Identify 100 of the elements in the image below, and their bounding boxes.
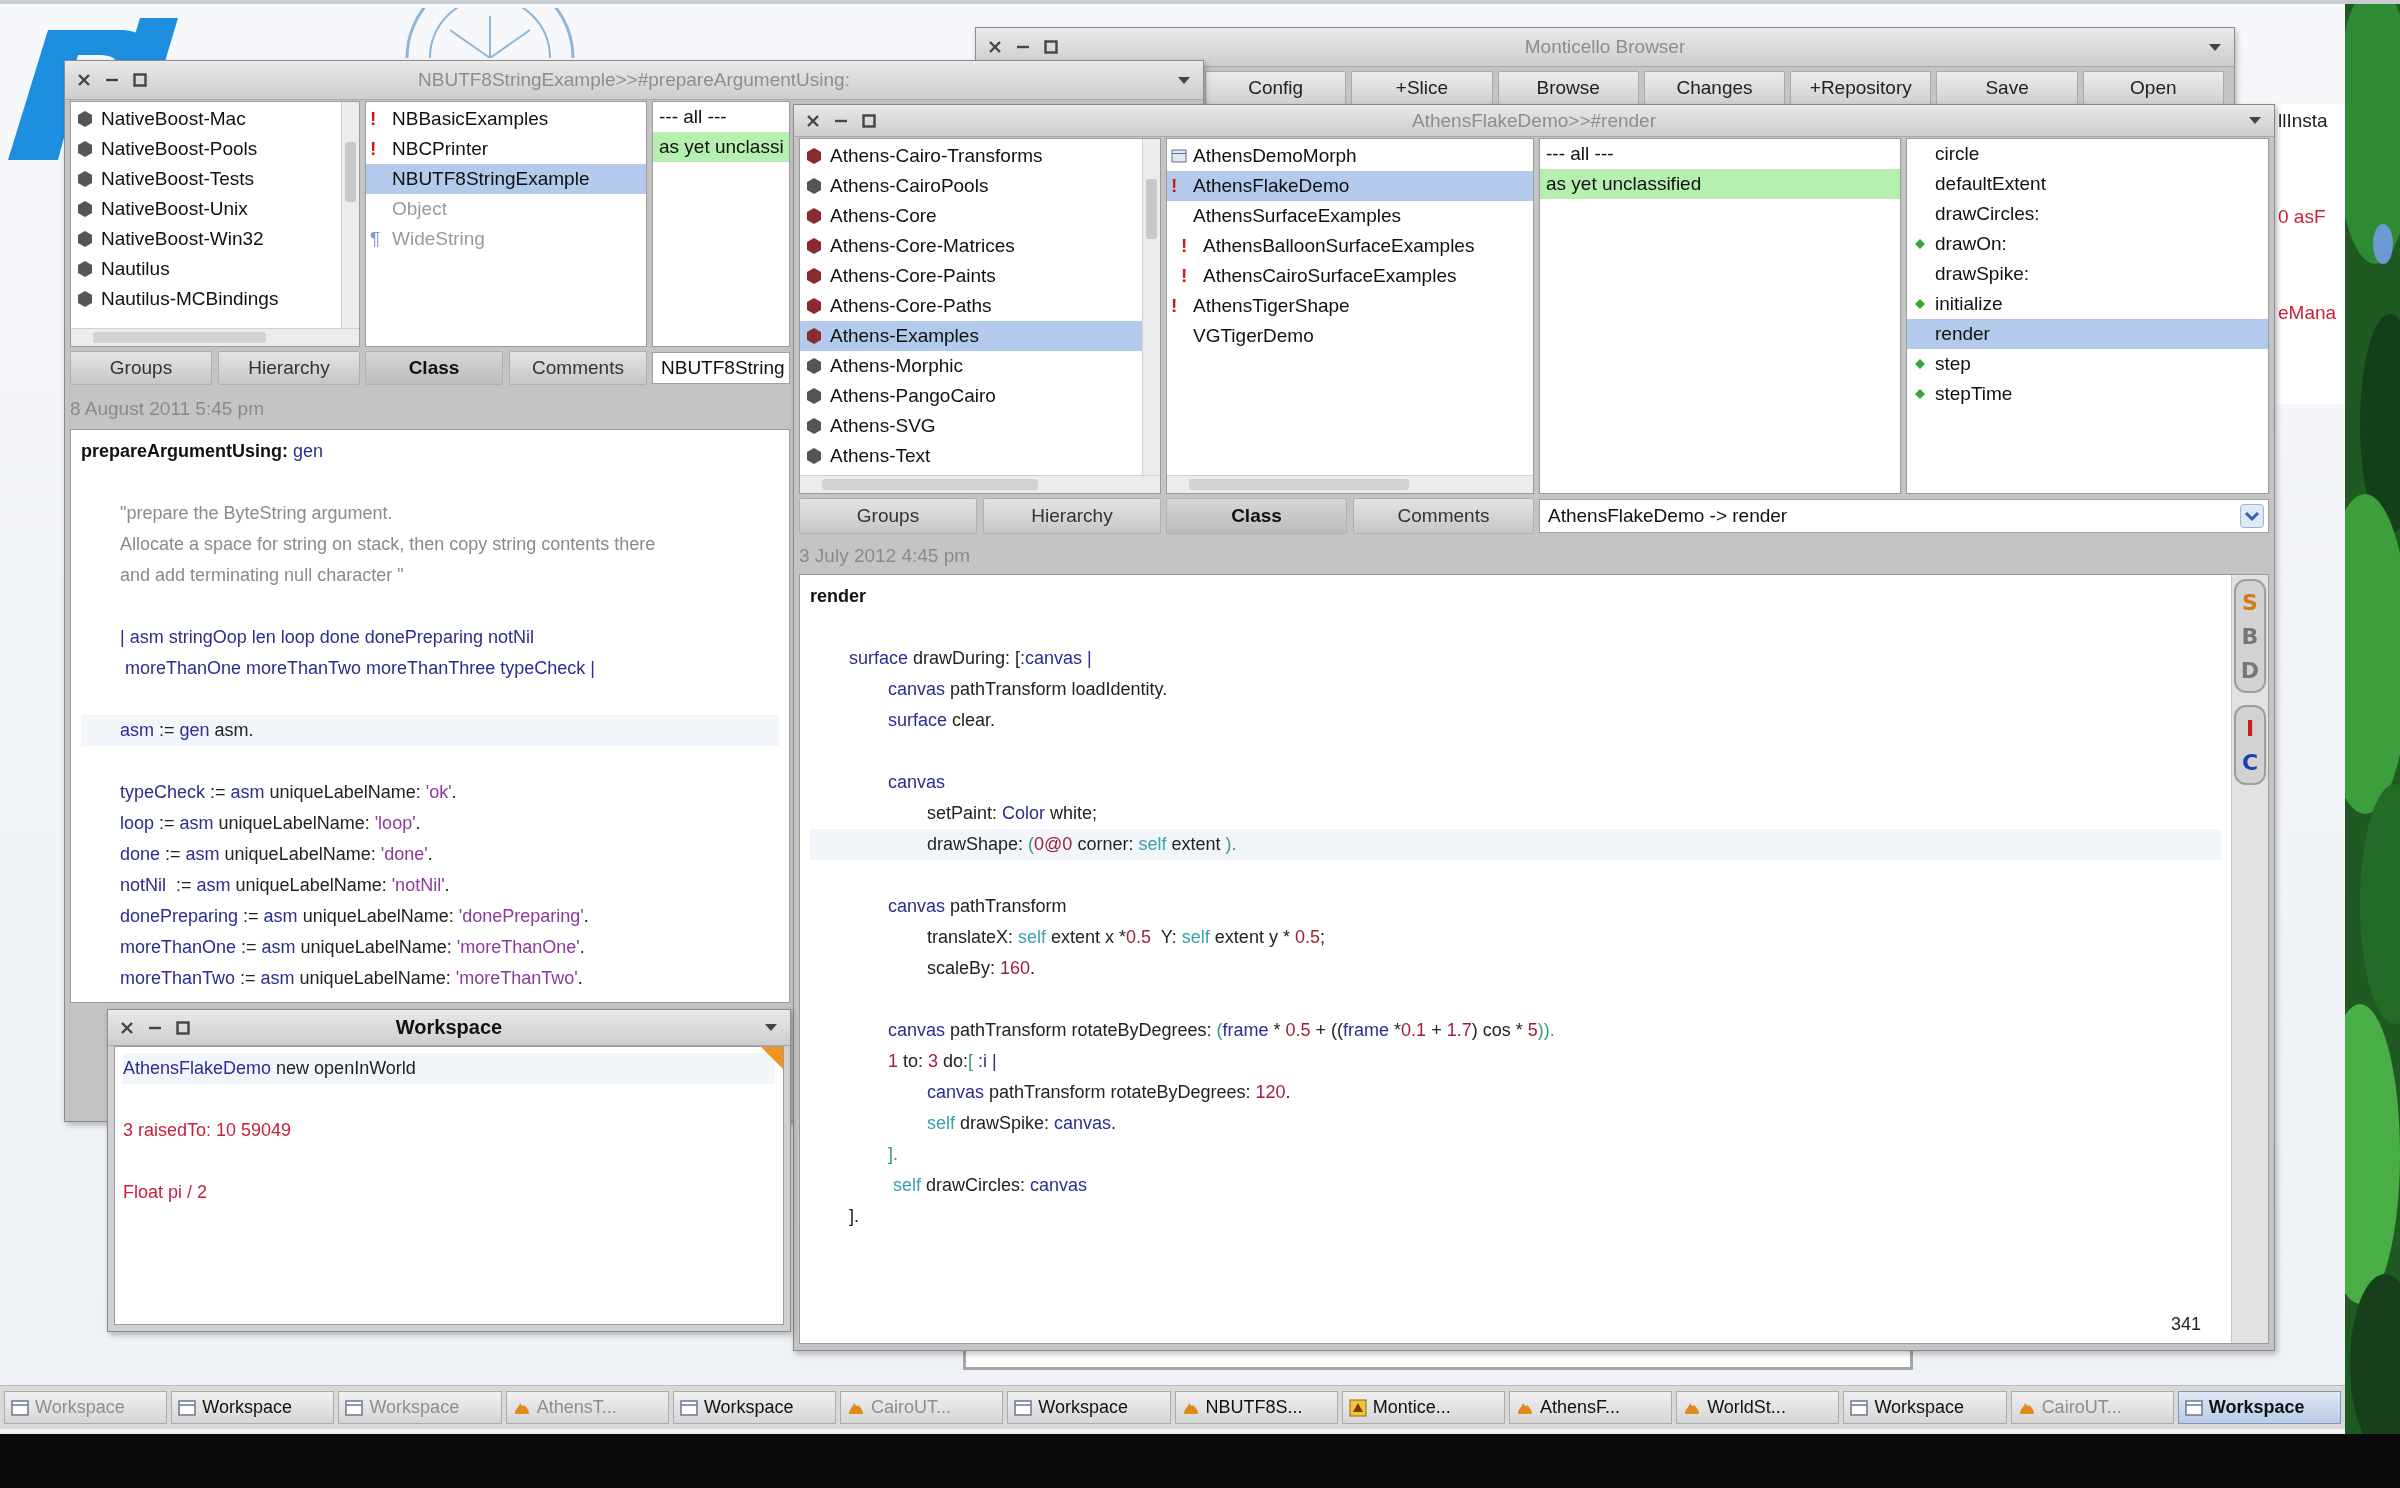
method-item[interactable]: drawSpike: <box>1907 259 2268 289</box>
menu-caret-icon[interactable] <box>2248 116 2262 125</box>
protocol-item[interactable]: as yet unclassified <box>1540 169 1900 199</box>
window-icon <box>1171 149 1187 163</box>
package-item[interactable]: Nautilus <box>71 254 341 284</box>
maximize-icon[interactable] <box>176 1020 190 1035</box>
scrollbar[interactable] <box>800 475 1160 493</box>
taskbar-button[interactable]: NBUTF8S... <box>1174 1391 1338 1424</box>
method-item[interactable]: initialize <box>1907 289 2268 319</box>
method-item[interactable]: render <box>1907 319 2268 349</box>
package-item[interactable]: Athens-CairoPools <box>800 171 1142 201</box>
selector-field[interactable]: NBUTF8String <box>652 352 790 384</box>
maximize-icon[interactable] <box>862 113 876 128</box>
package-item[interactable]: Athens-PangoCairo <box>800 381 1142 411</box>
workspace-editor[interactable]: AthensFlakeDemo new openInWorld 3 raisedTo: 10 59049 Float pi / 2 <box>114 1046 784 1325</box>
package-item[interactable]: NativeBoost-Unix <box>71 194 341 224</box>
package-item[interactable]: Athens-Morphic <box>800 351 1142 381</box>
scrollbar[interactable] <box>1167 475 1533 493</box>
code-line: 3 raisedTo: 10 59049 <box>123 1119 293 1142</box>
package-item[interactable]: Athens-Core-Paints <box>800 261 1142 291</box>
package-item[interactable]: NativeBoost-Mac <box>71 104 341 134</box>
code-editor[interactable] <box>70 429 790 1003</box>
method-item[interactable]: defaultExtent <box>1907 169 2268 199</box>
menu-caret-icon[interactable] <box>2208 42 2222 52</box>
tab[interactable]: Class <box>365 351 503 385</box>
tab[interactable]: Groups <box>799 498 977 534</box>
class-item[interactable]: ! NBCPrinter <box>366 134 646 164</box>
package-item[interactable]: Athens-Core-Matrices <box>800 231 1142 261</box>
maximize-icon[interactable] <box>1044 40 1058 54</box>
scrollbar[interactable] <box>1142 139 1160 475</box>
tab[interactable]: Class <box>1166 498 1347 534</box>
class-item[interactable]: NBUTF8StringExample <box>366 164 646 194</box>
taskbar-button[interactable]: Workspace <box>171 1391 335 1424</box>
tab[interactable]: Groups <box>70 351 212 385</box>
class-item[interactable]: ! AthensBalloonSurfaceExamples <box>1167 231 1533 261</box>
package-item[interactable]: Athens-Text <box>800 441 1142 471</box>
dropdown-icon[interactable] <box>2240 504 2264 528</box>
package-item[interactable]: Athens-Examples <box>800 321 1142 351</box>
package-item[interactable]: Nautilus-MCBindings <box>71 284 341 314</box>
close-icon[interactable] <box>77 73 91 87</box>
package-item[interactable]: NativeBoost-Tests <box>71 164 341 194</box>
taskbar-button[interactable]: Montice... <box>1341 1391 1505 1424</box>
method-item[interactable]: circle <box>1907 139 2268 169</box>
class-item[interactable]: AthensSurfaceExamples <box>1167 201 1533 231</box>
scrollbar[interactable] <box>341 102 359 328</box>
toolbar-button[interactable]: +Repository <box>1790 71 1932 105</box>
protocol-item[interactable]: --- all --- <box>653 102 789 132</box>
code-line: self drawSpike: canvas. <box>926 1112 1118 1135</box>
package-item[interactable]: NativeBoost-Pools <box>71 134 341 164</box>
taskbar-button[interactable]: Workspace <box>672 1391 837 1424</box>
maximize-icon[interactable] <box>133 73 147 87</box>
selector-field[interactable]: AthensFlakeDemo -> render <box>1539 499 2269 533</box>
code-line: surface clear. <box>887 709 997 732</box>
method-item[interactable]: drawOn: <box>1907 229 2268 259</box>
taskbar-button[interactable]: Workspace <box>1843 1391 2007 1424</box>
close-icon[interactable] <box>988 40 1002 54</box>
package-item[interactable]: Athens-Cairo-Transforms <box>800 141 1142 171</box>
taskbar-button[interactable]: WorldSt... <box>1676 1391 1840 1424</box>
method-item[interactable]: stepTime <box>1907 379 2268 409</box>
class-item[interactable]: VGTigerDemo <box>1167 321 1533 351</box>
taskbar-button[interactable]: AthensF... <box>1508 1391 1673 1424</box>
package-item[interactable]: Athens-Core-Paths <box>800 291 1142 321</box>
toolbar-button[interactable]: Config <box>1205 71 1347 105</box>
class-item[interactable]: ! NBBasicExamples <box>366 104 646 134</box>
cursor-position: 341 <box>2170 1314 2201 1335</box>
corner-icon <box>761 1047 783 1069</box>
package-item[interactable]: NativeBoost-Win32 <box>71 224 341 254</box>
protocol-item[interactable]: as yet unclassi <box>653 132 789 162</box>
protocol-item[interactable]: --- all --- <box>1540 139 1900 169</box>
code-line: Float pi / 2 <box>123 1181 209 1204</box>
tab[interactable]: Comments <box>509 351 647 385</box>
toolbar-button[interactable]: Changes <box>1643 71 1786 105</box>
scrollbar[interactable] <box>71 328 359 346</box>
close-icon[interactable] <box>120 1020 134 1035</box>
taskbar-button[interactable]: Workspace <box>2177 1391 2342 1424</box>
close-icon[interactable] <box>806 113 820 128</box>
tab[interactable]: Comments <box>1353 498 1534 534</box>
toolbar-button[interactable]: Open <box>2082 71 2224 105</box>
tab[interactable]: Hierarchy <box>983 498 1161 534</box>
taskbar-button[interactable]: Workspace <box>1007 1391 1171 1424</box>
window-icon <box>2184 1398 2203 1417</box>
diamond-icon <box>1915 359 1925 369</box>
toolbar-button[interactable]: Save <box>1936 71 2078 105</box>
tab[interactable]: Hierarchy <box>218 351 360 385</box>
code-line: | asm stringOop len loop done donePreparing notNil <box>119 626 535 649</box>
class-item[interactable]: ! AthensFlakeDemo <box>1167 171 1533 201</box>
menu-caret-icon[interactable] <box>764 1023 778 1032</box>
class-item[interactable]: AthensDemoMorph <box>1167 141 1533 171</box>
class-item[interactable]: ! AthensCairoSurfaceExamples <box>1167 261 1533 291</box>
method-item[interactable]: step <box>1907 349 2268 379</box>
package-item[interactable]: Athens-SVG <box>800 411 1142 441</box>
gutter-button[interactable]: I <box>2236 711 2264 745</box>
package-item[interactable]: Athens-Core <box>800 201 1142 231</box>
code-line: ]. <box>848 1205 860 1228</box>
class-item[interactable]: ! AthensTigerShape <box>1167 291 1533 321</box>
gutter-button[interactable]: C <box>2236 745 2264 779</box>
toolbar-button[interactable]: +Slice <box>1351 71 1493 105</box>
toolbar-button[interactable]: Browse <box>1497 71 1639 105</box>
menu-caret-icon[interactable] <box>1177 75 1191 85</box>
method-item[interactable]: drawCircles: <box>1907 199 2268 229</box>
